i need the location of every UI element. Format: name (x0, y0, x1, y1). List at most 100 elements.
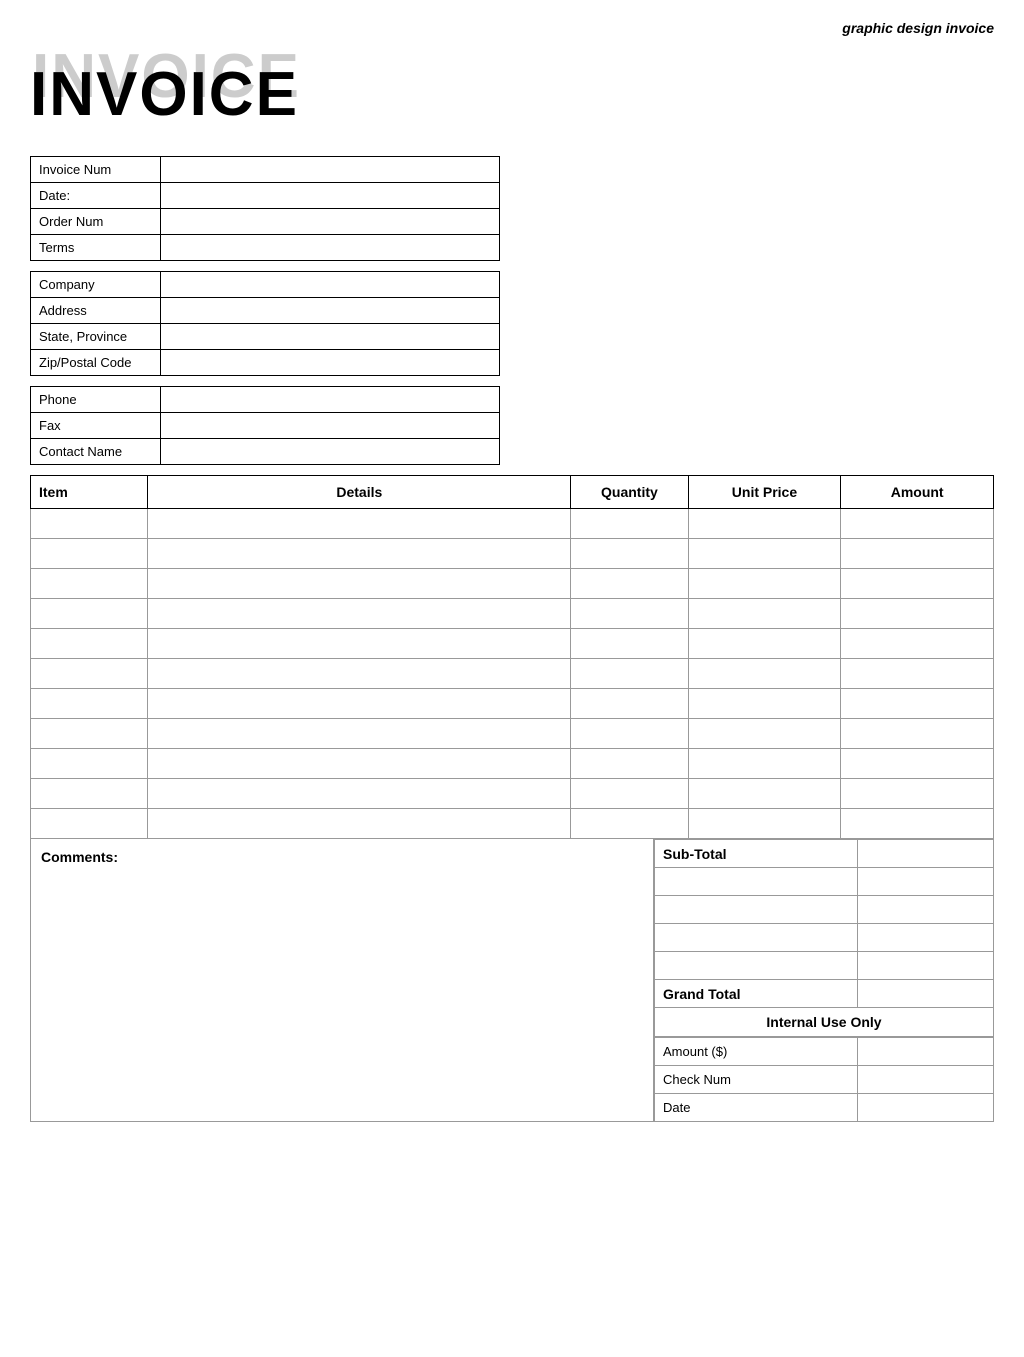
item-cell[interactable] (31, 809, 148, 839)
quantity-cell[interactable] (571, 749, 688, 779)
details-cell[interactable] (148, 569, 571, 599)
unit-price-cell[interactable] (688, 509, 841, 539)
quantity-cell[interactable] (571, 539, 688, 569)
invoice-info-table: Invoice Num Date: Order Num Terms (30, 156, 500, 261)
order-num-label: Order Num (31, 209, 161, 235)
internal-date-row: Date (655, 1094, 994, 1122)
amount-header: Amount (841, 476, 994, 509)
table-row (31, 569, 994, 599)
item-cell[interactable] (31, 629, 148, 659)
item-cell[interactable] (31, 659, 148, 689)
item-cell[interactable] (31, 689, 148, 719)
extra-label-3 (655, 924, 858, 952)
item-cell[interactable] (31, 779, 148, 809)
unit-price-header: Unit Price (688, 476, 841, 509)
phone-value[interactable] (160, 387, 499, 413)
extra-value-1[interactable] (858, 868, 994, 896)
amount-cell[interactable] (841, 599, 994, 629)
quantity-cell[interactable] (571, 659, 688, 689)
extra-row-1 (655, 868, 994, 896)
contact-info-section: Phone Fax Contact Name (30, 386, 994, 465)
quantity-cell[interactable] (571, 779, 688, 809)
unit-price-cell[interactable] (688, 749, 841, 779)
state-province-value[interactable] (160, 324, 499, 350)
grand-total-row: Grand Total (655, 980, 994, 1008)
details-cell[interactable] (148, 539, 571, 569)
date-value[interactable] (160, 183, 499, 209)
extra-value-3[interactable] (858, 924, 994, 952)
details-cell[interactable] (148, 809, 571, 839)
amount-cell[interactable] (841, 629, 994, 659)
zip-value[interactable] (160, 350, 499, 376)
item-cell[interactable] (31, 509, 148, 539)
amount-cell[interactable] (841, 689, 994, 719)
extra-row-4 (655, 952, 994, 980)
order-num-value[interactable] (160, 209, 499, 235)
phone-row: Phone (31, 387, 500, 413)
company-value[interactable] (160, 272, 499, 298)
quantity-cell[interactable] (571, 719, 688, 749)
item-header: Item (31, 476, 148, 509)
fax-value[interactable] (160, 413, 499, 439)
details-cell[interactable] (148, 779, 571, 809)
invoice-num-value[interactable] (160, 157, 499, 183)
quantity-cell[interactable] (571, 569, 688, 599)
details-cell[interactable] (148, 599, 571, 629)
address-value[interactable] (160, 298, 499, 324)
item-cell[interactable] (31, 599, 148, 629)
details-cell[interactable] (148, 719, 571, 749)
amount-cell[interactable] (841, 509, 994, 539)
terms-value[interactable] (160, 235, 499, 261)
invoice-title: INVOICE (30, 64, 299, 126)
grand-total-value[interactable] (858, 980, 994, 1008)
extra-value-4[interactable] (858, 952, 994, 980)
amount-cell[interactable] (841, 809, 994, 839)
unit-price-cell[interactable] (688, 629, 841, 659)
item-cell[interactable] (31, 539, 148, 569)
quantity-cell[interactable] (571, 599, 688, 629)
details-cell[interactable] (148, 689, 571, 719)
invoice-info-section: Invoice Num Date: Order Num Terms (30, 156, 994, 261)
amount-cell[interactable] (841, 719, 994, 749)
amount-cell[interactable] (841, 539, 994, 569)
quantity-cell[interactable] (571, 629, 688, 659)
table-row (31, 539, 994, 569)
item-cell[interactable] (31, 749, 148, 779)
amount-cell[interactable] (841, 749, 994, 779)
subtotal-value[interactable] (858, 840, 994, 868)
unit-price-cell[interactable] (688, 719, 841, 749)
quantity-cell[interactable] (571, 809, 688, 839)
details-cell[interactable] (148, 509, 571, 539)
unit-price-cell[interactable] (688, 539, 841, 569)
totals-section: Sub-Total (654, 839, 994, 1122)
details-cell[interactable] (148, 659, 571, 689)
unit-price-cell[interactable] (688, 689, 841, 719)
terms-row: Terms (31, 235, 500, 261)
unit-price-cell[interactable] (688, 809, 841, 839)
extra-value-2[interactable] (858, 896, 994, 924)
invoice-items-table: Item Details Quantity Unit Price Amount (30, 475, 994, 839)
internal-date-value[interactable] (858, 1094, 994, 1122)
quantity-cell[interactable] (571, 509, 688, 539)
unit-price-cell[interactable] (688, 659, 841, 689)
company-label: Company (31, 272, 161, 298)
contact-name-value[interactable] (160, 439, 499, 465)
table-row (31, 809, 994, 839)
quantity-cell[interactable] (571, 689, 688, 719)
amount-dollar-value[interactable] (858, 1038, 994, 1066)
details-cell[interactable] (148, 749, 571, 779)
amount-cell[interactable] (841, 569, 994, 599)
unit-price-cell[interactable] (688, 569, 841, 599)
unit-price-cell[interactable] (688, 599, 841, 629)
item-cell[interactable] (31, 719, 148, 749)
unit-price-cell[interactable] (688, 779, 841, 809)
check-num-value[interactable] (858, 1066, 994, 1094)
page-header: graphic design invoice (30, 20, 994, 36)
amount-cell[interactable] (841, 659, 994, 689)
item-cell[interactable] (31, 569, 148, 599)
invoice-num-label: Invoice Num (31, 157, 161, 183)
details-cell[interactable] (148, 629, 571, 659)
table-header-row: Item Details Quantity Unit Price Amount (31, 476, 994, 509)
amount-cell[interactable] (841, 779, 994, 809)
invoice-title-container: INVOICE INVOICE (30, 46, 994, 131)
